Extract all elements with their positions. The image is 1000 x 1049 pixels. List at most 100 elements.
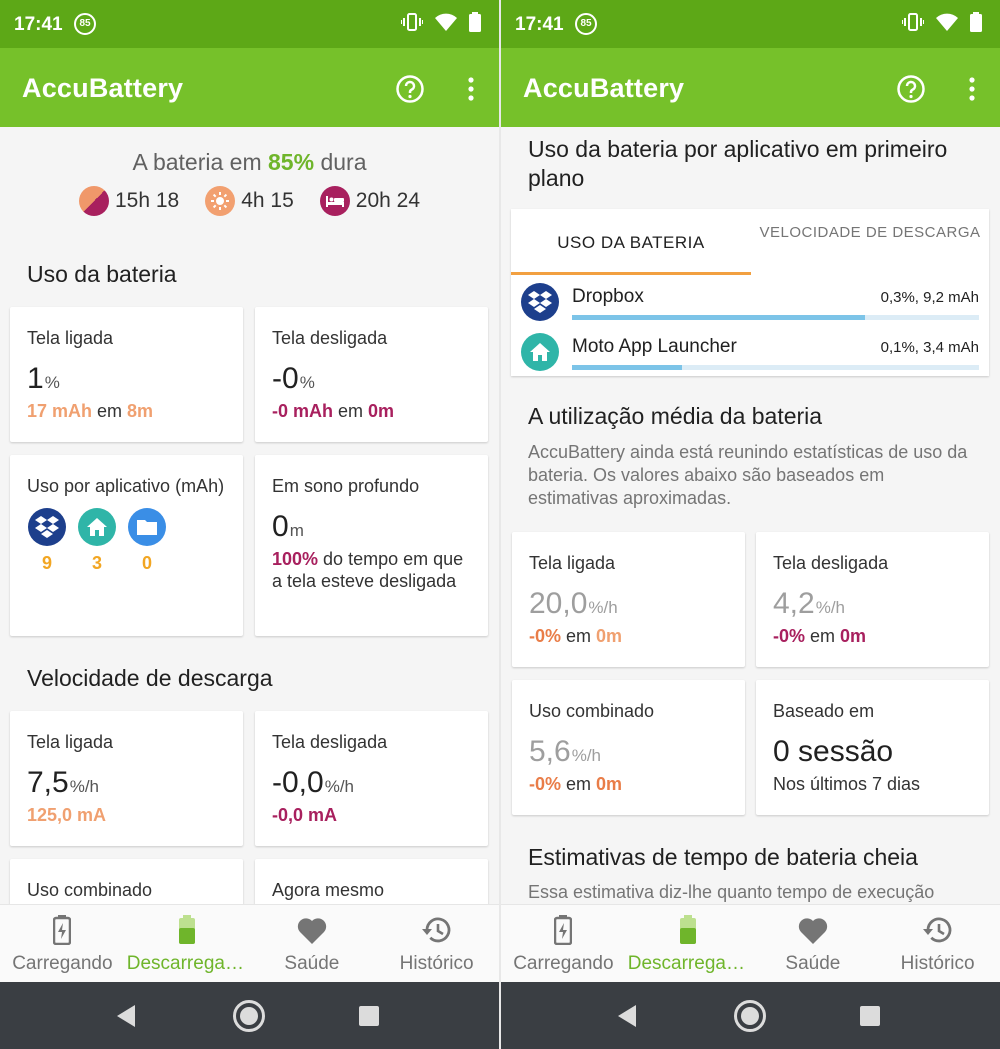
nav-charging[interactable]: Carregando — [0, 905, 125, 982]
recents-icon[interactable] — [860, 1006, 880, 1026]
sub-time: 8m — [127, 401, 154, 421]
card-speed-combined[interactable]: Uso combinado — [10, 859, 243, 904]
wifi-icon — [435, 13, 457, 31]
discharge-content[interactable]: A bateria em 85% dura 15h 18 4h 15 20h 2… — [0, 127, 499, 904]
card-based-on[interactable]: Baseado em 0 sessão Nos últimos 7 dias — [756, 680, 989, 815]
nav-history[interactable]: Histórico — [875, 905, 1000, 982]
nav-label: Descarregan... — [627, 953, 751, 974]
help-icon[interactable] — [896, 74, 926, 104]
history-icon — [922, 917, 951, 943]
home-button-icon[interactable] — [733, 999, 767, 1033]
help-icon[interactable] — [395, 74, 425, 104]
app-name: Dropbox — [572, 286, 644, 307]
card-sub: 125,0 mA — [27, 804, 226, 826]
card-label: Tela ligada — [27, 328, 114, 348]
battery-discharging-icon — [179, 915, 196, 944]
value-unit: m — [289, 521, 304, 540]
estimate-screen-on: 15h 18 — [78, 186, 179, 216]
app-files[interactable]: 0 — [127, 508, 167, 574]
value-number: 0 — [272, 510, 289, 543]
usage-bar-fill — [572, 315, 866, 320]
estimate-sleep-value: 20h 24 — [355, 189, 421, 212]
hero-suffix: dura — [314, 149, 367, 175]
value-unit: % — [299, 373, 315, 392]
battery-icon — [970, 12, 982, 32]
notification-badge: 85 — [74, 13, 96, 35]
value-number: -0,0 — [272, 766, 324, 799]
app-icons: 9 3 0 — [27, 508, 226, 574]
value-number: 4,2 — [773, 587, 815, 620]
app-moto-launcher[interactable]: 3 — [77, 508, 117, 574]
nav-health[interactable]: Saúde — [751, 905, 876, 982]
sub-percent: -0% — [529, 626, 562, 646]
estimate-brightness-value: 4h 15 — [241, 189, 294, 212]
card-speed-screen-on[interactable]: Tela ligada 7,5%/h 125,0 mA — [10, 711, 243, 846]
vibrate-icon — [902, 13, 924, 31]
value-unit: %/h — [324, 777, 354, 796]
dropbox-icon — [521, 283, 559, 321]
card-speed-right-now[interactable]: Agora mesmo — [255, 859, 488, 904]
usage-bar-track — [572, 315, 979, 320]
average-usage-title: A utilização média da bateria — [528, 403, 823, 429]
card-screen-off-usage[interactable]: Tela desligada -0% -0 mAh em 0m — [255, 307, 488, 442]
discharge-content-scrolled[interactable]: Uso da bateria por aplicativo em primeir… — [501, 127, 1000, 904]
card-label: Uso combinado — [529, 701, 655, 721]
sub-current: 125,0 mA — [27, 805, 107, 825]
nav-discharging[interactable]: Descarregan... — [125, 905, 250, 982]
battery-discharging-icon — [680, 915, 697, 944]
value-unit: % — [44, 373, 60, 392]
card-avg-screen-on[interactable]: Tela ligada 20,0%/h -0% em 0m — [512, 532, 745, 667]
card-avg-combined[interactable]: Uso combinado 5,6%/h -0% em 0m — [512, 680, 745, 815]
card-avg-screen-off[interactable]: Tela desligada 4,2%/h -0% em 0m — [756, 532, 989, 667]
sub-time: 0m — [596, 626, 623, 646]
app-row-moto-launcher[interactable]: Moto App Launcher 0,1%, 3,4 mAh — [521, 329, 979, 377]
value-number: -0 — [272, 362, 299, 395]
app-bar: AccuBattery — [501, 48, 1000, 127]
app-dropbox[interactable]: 9 — [27, 508, 67, 574]
nav-label: Saúde — [785, 953, 841, 974]
notification-badge: 85 — [575, 13, 597, 35]
status-time: 17:41 — [14, 14, 63, 35]
nav-health[interactable]: Saúde — [250, 905, 375, 982]
nav-label: Histórico — [399, 953, 474, 974]
back-icon[interactable] — [115, 1004, 137, 1028]
nav-discharging[interactable]: Descarregan... — [626, 905, 751, 982]
status-icons — [401, 12, 481, 32]
back-icon[interactable] — [616, 1004, 638, 1028]
home-button-icon[interactable] — [232, 999, 266, 1033]
battery-icon — [469, 12, 481, 32]
folder-icon — [128, 508, 166, 546]
nav-label: Descarregan... — [126, 953, 250, 974]
bottom-navigation: Carregando Descarregan... Saúde Históric… — [501, 904, 1000, 982]
status-bar: 17:41 85 — [0, 0, 499, 48]
card-sub: -0% em 0m — [529, 773, 728, 795]
nav-charging[interactable]: Carregando — [501, 905, 626, 982]
card-label: Uso combinado — [27, 880, 153, 900]
sub-current: -0,0 mA — [272, 805, 338, 825]
card-speed-screen-off[interactable]: Tela desligada -0,0%/h -0,0 mA — [255, 711, 488, 846]
card-value: -0,0%/h — [272, 766, 471, 800]
app-bar: AccuBattery — [0, 48, 499, 127]
sub-amount: -0 mAh — [272, 401, 334, 421]
history-icon — [421, 917, 450, 943]
tab-discharge-speed[interactable]: VELOCIDADE DE DESCARGA — [751, 209, 989, 275]
overflow-menu-icon[interactable] — [962, 74, 982, 104]
home-icon — [521, 333, 559, 371]
app-row-dropbox[interactable]: Dropbox 0,3%, 9,2 mAh — [521, 279, 979, 327]
tab-battery-usage[interactable]: USO DA BATERIA — [511, 209, 751, 275]
card-screen-on-usage[interactable]: Tela ligada 1% 17 mAh em 8m — [10, 307, 243, 442]
value-number: 1 — [27, 362, 44, 395]
card-per-app-usage[interactable]: Uso por aplicativo (mAh) 9 3 0 — [10, 455, 243, 636]
duration-estimates: 15h 18 4h 15 20h 24 — [0, 186, 499, 216]
value-number: 5,6 — [529, 735, 571, 768]
recents-icon[interactable] — [359, 1006, 379, 1026]
app-usage-value: 0,1%, 3,4 mAh — [880, 339, 979, 356]
sun-icon — [205, 186, 236, 216]
app-title: AccuBattery — [523, 73, 685, 103]
nav-history[interactable]: Histórico — [374, 905, 499, 982]
card-deep-sleep[interactable]: Em sono profundo 0m 100% do tempo em que… — [255, 455, 488, 636]
card-value: 5,6%/h — [529, 735, 728, 769]
card-label: Tela desligada — [773, 553, 889, 573]
system-navigation — [501, 982, 1000, 1049]
overflow-menu-icon[interactable] — [461, 74, 481, 104]
